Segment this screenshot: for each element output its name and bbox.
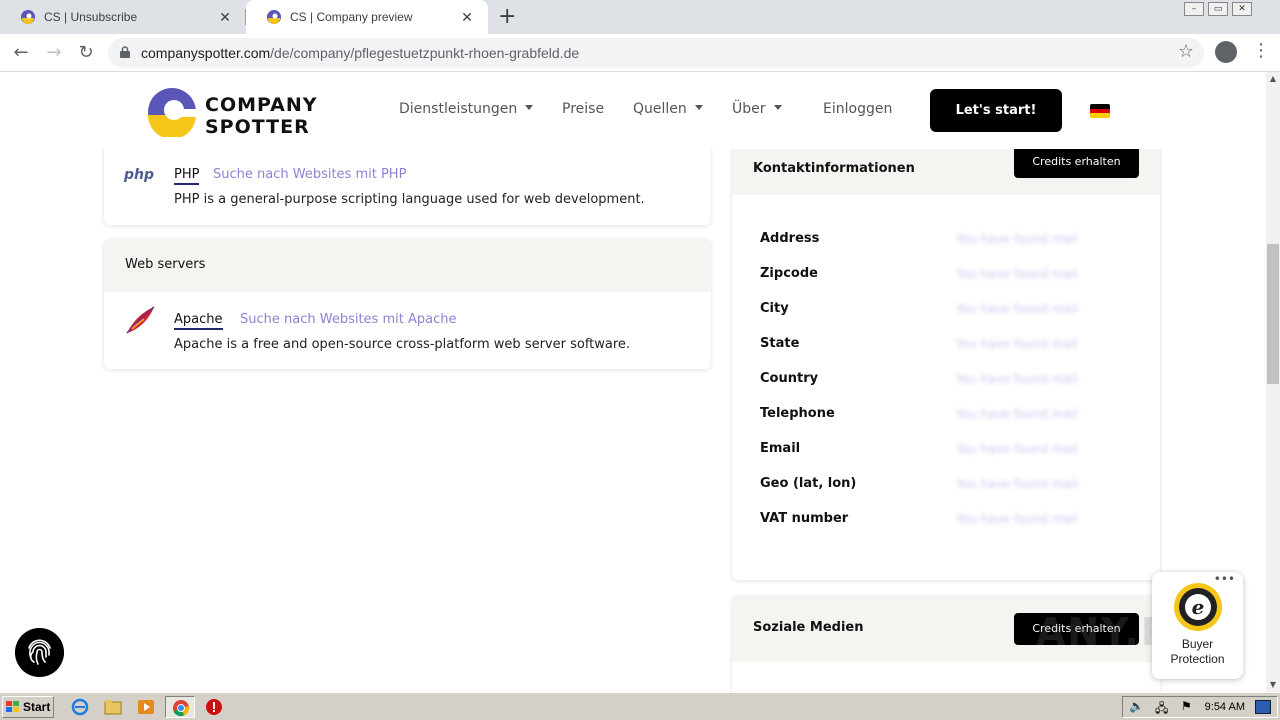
php-logo-icon: php bbox=[124, 167, 155, 183]
get-credits-button[interactable]: Credits erhalten bbox=[1014, 149, 1139, 178]
internet-explorer-icon[interactable] bbox=[71, 698, 89, 716]
german-flag-icon[interactable] bbox=[1090, 104, 1110, 118]
nav-login[interactable]: Einloggen bbox=[823, 101, 892, 117]
url-host: companyspotter.com bbox=[141, 45, 271, 61]
contact-field-label: Geo (lat, lon) bbox=[760, 476, 857, 491]
back-icon[interactable]: ← bbox=[9, 41, 33, 65]
show-desktop-icon[interactable] bbox=[1255, 700, 1271, 714]
contact-field-value-blurred: You have found mail bbox=[956, 477, 1078, 491]
tab-close-icon[interactable]: ✕ bbox=[216, 9, 234, 26]
search-sites-apache-link[interactable]: Suche nach Websites mit Apache bbox=[240, 312, 456, 327]
contact-info-title: Kontaktinformationen bbox=[753, 161, 915, 176]
tab-close-icon[interactable]: ✕ bbox=[458, 9, 476, 26]
minimize-icon[interactable]: – bbox=[1184, 2, 1204, 16]
start-button[interactable]: Start bbox=[2, 696, 54, 718]
companyspotter-favicon-icon bbox=[267, 10, 281, 24]
contact-field-value-blurred: You have found mail bbox=[956, 302, 1078, 316]
contact-field-label: State bbox=[760, 336, 800, 351]
page-scrollbar[interactable]: ▲ ▼ bbox=[1266, 72, 1280, 692]
card-header: Web servers bbox=[104, 239, 711, 292]
taskbar-chrome-active[interactable] bbox=[165, 696, 195, 718]
scroll-down-icon[interactable]: ▼ bbox=[1266, 678, 1280, 692]
svg-text:e: e bbox=[1192, 595, 1205, 619]
logo-wordmark[interactable]: COMPANY SPOTTER bbox=[205, 94, 318, 138]
contact-field-value-blurred: You have found mail bbox=[956, 372, 1078, 386]
tab-title: CS | Company preview bbox=[290, 10, 413, 24]
network-icon[interactable]: 🖧 bbox=[1155, 699, 1168, 720]
scroll-thumb[interactable] bbox=[1267, 244, 1279, 384]
contact-field-label: Country bbox=[760, 371, 819, 386]
taskbar-clock: 9:54 AM bbox=[1204, 701, 1245, 713]
chevron-down-icon bbox=[773, 105, 782, 110]
chevron-down-icon bbox=[694, 105, 703, 110]
browser-menu-icon[interactable]: ⋮ bbox=[1252, 40, 1270, 61]
search-sites-php-link[interactable]: Suche nach Websites mit PHP bbox=[213, 167, 406, 182]
reload-icon[interactable]: ↻ bbox=[74, 41, 98, 65]
tech-description-php: PHP is a general-purpose scripting langu… bbox=[174, 192, 645, 207]
buyer-protection-label: Buyer Protection bbox=[1170, 637, 1225, 666]
contact-field-value-blurred: You have found mail bbox=[956, 407, 1078, 421]
chrome-icon bbox=[173, 700, 190, 717]
tech-card-php: php PHP Suche nach Websites mit PHP PHP … bbox=[104, 149, 711, 225]
media-player-icon[interactable] bbox=[137, 698, 155, 716]
social-media-title: Soziale Medien bbox=[753, 620, 864, 635]
lets-start-button[interactable]: Let's start! bbox=[930, 89, 1062, 132]
contact-field-label: Address bbox=[760, 231, 820, 246]
antivirus-icon[interactable] bbox=[205, 698, 223, 716]
windows-taskbar: Start 🔈 🖧 ⚑ 9:54 AM bbox=[0, 692, 1280, 720]
fingerprint-icon[interactable] bbox=[15, 628, 64, 677]
bookmark-star-icon[interactable]: ☆ bbox=[1178, 41, 1194, 62]
apache-feather-icon bbox=[126, 306, 155, 334]
forward-icon[interactable]: → bbox=[42, 41, 66, 65]
contact-field-label: Zipcode bbox=[760, 266, 818, 281]
tech-card-web-servers: Web servers Apache Suche nach Websites m… bbox=[104, 239, 711, 369]
contact-field-label: Telephone bbox=[760, 406, 835, 421]
contact-field-label: VAT number bbox=[760, 511, 849, 526]
tech-description-apache: Apache is a free and open-source cross-p… bbox=[174, 337, 631, 352]
companyspotter-favicon-icon bbox=[21, 10, 35, 24]
scroll-up-icon[interactable]: ▲ bbox=[1266, 72, 1280, 86]
nav-about[interactable]: Über bbox=[732, 101, 782, 117]
window-controls: – ▭ ✕ bbox=[1184, 2, 1252, 16]
trusted-shops-seal-icon: e bbox=[1174, 583, 1222, 631]
url-path: /de/company/pflegestuetzpunkt-rhoen-grab… bbox=[270, 45, 580, 61]
maximize-icon[interactable]: ▭ bbox=[1208, 2, 1228, 16]
contact-field-value-blurred: You have found mail bbox=[956, 337, 1078, 351]
contact-field-value-blurred: You have found mail bbox=[956, 267, 1078, 281]
tech-name-php[interactable]: PHP bbox=[174, 167, 200, 185]
tab-unsubscribe[interactable]: CS | Unsubscribe ✕ bbox=[0, 0, 246, 34]
tab-title: CS | Unsubscribe bbox=[44, 10, 138, 24]
company-spotter-logo-icon[interactable] bbox=[147, 87, 197, 137]
lock-icon bbox=[120, 46, 130, 58]
contact-info-card: Kontaktinformationen Credits erhalten Ad… bbox=[732, 149, 1160, 580]
browser-toolbar: ← → ↻ companyspotter.com/de/company/pfle… bbox=[0, 34, 1280, 72]
flag-icon[interactable]: ⚑ bbox=[1181, 699, 1192, 713]
site-header: COMPANY SPOTTER Dienstleistungen Preise … bbox=[0, 72, 1266, 149]
volume-icon[interactable]: 🔈 bbox=[1129, 699, 1144, 713]
nav-prices[interactable]: Preise bbox=[562, 101, 604, 117]
contact-field-label: City bbox=[760, 301, 789, 316]
tech-name-apache[interactable]: Apache bbox=[174, 312, 223, 330]
profile-avatar-icon[interactable] bbox=[1215, 41, 1237, 63]
nav-sources[interactable]: Quellen bbox=[633, 101, 703, 117]
address-bar[interactable]: companyspotter.com/de/company/pflegestue… bbox=[108, 38, 1204, 68]
windows-logo-icon bbox=[6, 701, 19, 712]
chevron-down-icon bbox=[525, 105, 534, 110]
new-tab-icon[interactable]: + bbox=[498, 4, 516, 29]
trusted-shops-widget[interactable]: ••• e Buyer Protection bbox=[1152, 572, 1243, 679]
card-header: Kontaktinformationen Credits erhalten bbox=[732, 149, 1160, 195]
url-text: companyspotter.com/de/company/pflegestue… bbox=[141, 45, 579, 61]
contact-field-value-blurred: You have found mail bbox=[956, 442, 1078, 456]
browser-tabstrip: CS | Unsubscribe ✕ CS | Company preview … bbox=[0, 0, 1280, 34]
contact-field-label: Email bbox=[760, 441, 801, 456]
category-title: Web servers bbox=[125, 257, 206, 272]
close-window-icon[interactable]: ✕ bbox=[1232, 2, 1252, 16]
contact-field-value-blurred: You have found mail bbox=[956, 512, 1078, 526]
file-explorer-icon[interactable] bbox=[104, 698, 122, 716]
system-tray: 🔈 🖧 ⚑ 9:54 AM bbox=[1122, 696, 1278, 718]
nav-services[interactable]: Dienstleistungen bbox=[399, 101, 534, 117]
tab-company-preview[interactable]: CS | Company preview ✕ bbox=[246, 0, 488, 34]
contact-field-value-blurred: You have found mail bbox=[956, 232, 1078, 246]
